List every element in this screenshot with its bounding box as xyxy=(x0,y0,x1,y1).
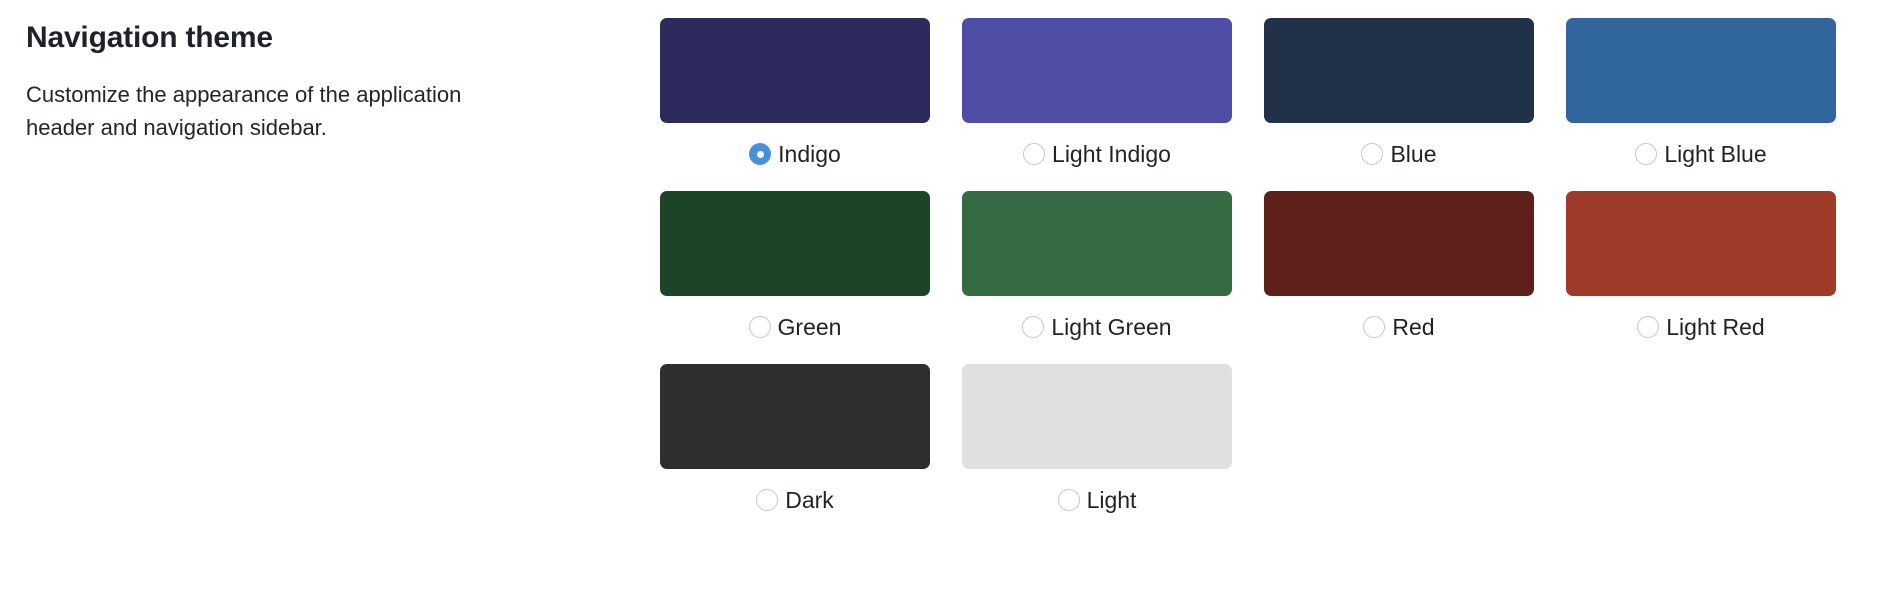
theme-option-label: Blue xyxy=(1390,140,1437,167)
theme-option-label: Light xyxy=(1086,486,1137,513)
theme-radio-row-light-red[interactable]: Light Red xyxy=(1566,312,1836,342)
radio-indigo-checked-icon[interactable] xyxy=(749,143,772,165)
radio-light-green-icon[interactable] xyxy=(1022,316,1045,338)
radio-dark-icon[interactable] xyxy=(756,489,779,511)
theme-option-label: Light Indigo xyxy=(1052,140,1171,167)
theme-swatch-indigo[interactable] xyxy=(660,18,930,123)
radio-light-icon[interactable] xyxy=(1057,489,1080,511)
theme-option-light-green[interactable]: Light Green xyxy=(962,191,1232,342)
theme-option-green[interactable]: Green xyxy=(660,191,930,342)
theme-option-light-indigo[interactable]: Light Indigo xyxy=(962,18,1232,169)
theme-option-dark[interactable]: Dark xyxy=(660,364,930,515)
theme-option-blue[interactable]: Blue xyxy=(1264,18,1534,169)
theme-radio-row-green[interactable]: Green xyxy=(660,312,930,342)
theme-option-label: Light Green xyxy=(1051,313,1172,340)
theme-swatch-blue[interactable] xyxy=(1264,18,1534,123)
theme-radio-row-blue[interactable]: Blue xyxy=(1264,139,1534,169)
theme-option-label: Red xyxy=(1392,313,1435,340)
theme-swatch-light-green[interactable] xyxy=(962,191,1232,296)
navigation-theme-settings-panel: Navigation theme Customize the appearanc… xyxy=(0,0,1895,590)
theme-swatch-light-red[interactable] xyxy=(1566,191,1836,296)
section-description: Customize the appearance of the applicat… xyxy=(26,82,462,140)
theme-radio-row-light-indigo[interactable]: Light Indigo xyxy=(962,139,1232,169)
theme-radio-row-light-green[interactable]: Light Green xyxy=(962,312,1232,342)
theme-option-label: Indigo xyxy=(778,140,841,167)
theme-option-red[interactable]: Red xyxy=(1264,191,1534,342)
radio-red-icon[interactable] xyxy=(1363,316,1386,338)
theme-swatch-green[interactable] xyxy=(660,191,930,296)
theme-swatch-red[interactable] xyxy=(1264,191,1534,296)
theme-option-light-red[interactable]: Light Red xyxy=(1566,191,1836,342)
theme-option-light[interactable]: Light xyxy=(962,364,1232,515)
theme-option-label: Light Blue xyxy=(1664,140,1767,167)
theme-radio-row-light-blue[interactable]: Light Blue xyxy=(1566,139,1836,169)
theme-option-label: Dark xyxy=(785,486,834,513)
radio-light-blue-icon[interactable] xyxy=(1635,143,1658,165)
theme-swatch-light-blue[interactable] xyxy=(1566,18,1836,123)
radio-light-indigo-icon[interactable] xyxy=(1023,143,1046,165)
radio-light-red-icon[interactable] xyxy=(1637,316,1660,338)
theme-radio-row-light[interactable]: Light xyxy=(962,485,1232,515)
theme-option-label: Green xyxy=(777,313,842,340)
theme-radio-row-red[interactable]: Red xyxy=(1264,312,1534,342)
radio-green-icon[interactable] xyxy=(748,316,771,338)
theme-radio-row-dark[interactable]: Dark xyxy=(660,485,930,515)
theme-options-grid: Indigo Light Indigo Blue Light Blue Green Lig… xyxy=(660,0,1895,515)
theme-description-column: Navigation theme Customize the appearanc… xyxy=(0,0,660,144)
theme-radio-row-indigo[interactable]: Indigo xyxy=(660,139,930,169)
theme-swatch-dark[interactable] xyxy=(660,364,930,469)
theme-swatch-light-indigo[interactable] xyxy=(962,18,1232,123)
theme-option-indigo[interactable]: Indigo xyxy=(660,18,930,169)
theme-option-light-blue[interactable]: Light Blue xyxy=(1566,18,1836,169)
theme-swatch-light[interactable] xyxy=(962,364,1232,469)
theme-option-label: Light Red xyxy=(1666,313,1765,340)
radio-blue-icon[interactable] xyxy=(1361,143,1384,165)
page-title: Navigation theme xyxy=(26,21,273,54)
